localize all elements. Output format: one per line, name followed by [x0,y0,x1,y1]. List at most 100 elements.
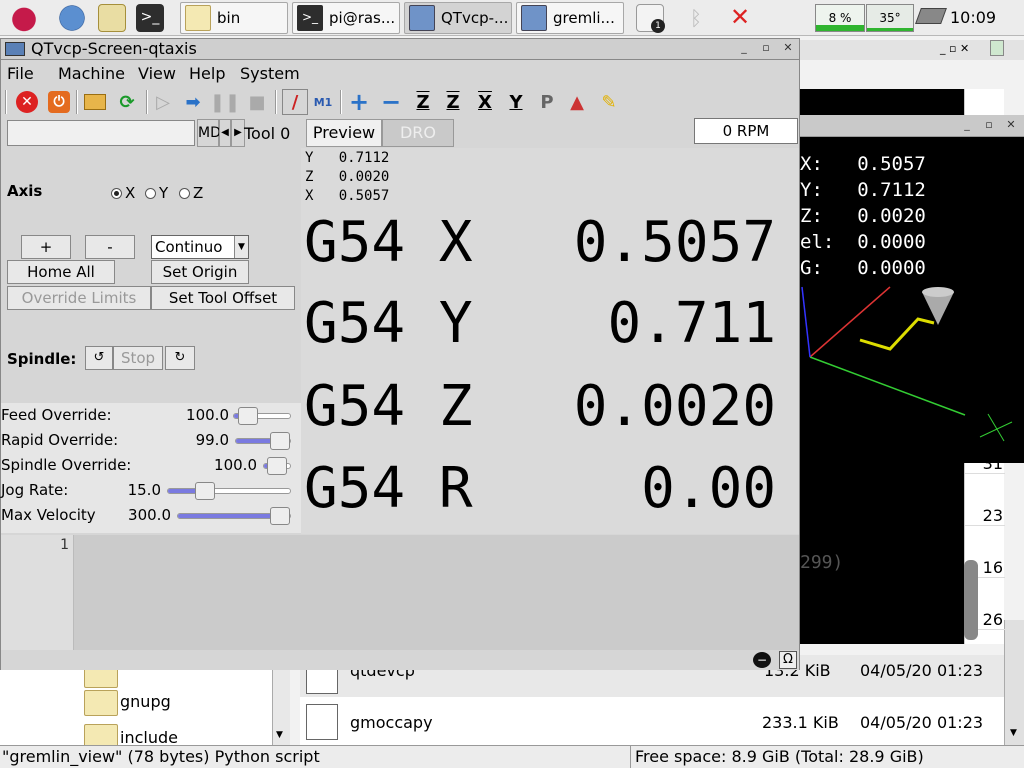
network-disconnected-icon[interactable]: ✕ [730,3,750,31]
updates-icon[interactable]: 1 [636,4,665,33]
document-icon [306,704,338,740]
terminal-icon[interactable]: >_ [136,4,164,32]
file-manager-statusbar: "gremlin_view" (78 bytes) Python script … [0,745,1024,768]
window-icon [409,5,435,31]
spindle-override-slider[interactable] [263,457,291,475]
clear-plot-icon[interactable]: ✎ [596,89,622,115]
close-icon[interactable]: ✕ [779,40,797,58]
slider-row: Rapid Override: 99.0 [1,428,301,453]
dro-r: G54 R 0.00 [304,456,777,521]
status-file-info: "gremlin_view" (78 bytes) Python script [2,747,320,766]
home-all-button[interactable]: Home All [7,260,115,284]
task-bin[interactable]: bin [180,2,288,34]
set-tool-offset-button[interactable]: Set Tool Offset [151,286,295,310]
stop-icon[interactable]: ■ [244,89,270,115]
qtvcp-titlebar[interactable]: QTvcp-Screen-qtaxis _ ▫ ✕ [0,38,800,60]
spindle-stop-button[interactable]: Stop [113,346,163,370]
jog-mode-select[interactable]: Continuo ▼ [151,235,249,259]
view-y-icon[interactable]: Y [503,89,529,115]
task-gremlin[interactable]: gremli... [516,2,624,34]
view-z-icon[interactable]: Z [410,89,436,115]
minimize-icon[interactable]: _ [958,117,976,135]
step-icon[interactable]: ➡ [180,89,206,115]
menu-view[interactable]: View [138,64,176,83]
view-z2-icon[interactable]: Z [440,89,466,115]
open-file-icon[interactable] [82,89,108,115]
mdi-input[interactable] [7,120,195,146]
gremlin-canvas[interactable]: X: 0.5057 Y: 0.7112 Z: 0.0020 el: 0.0000… [800,137,1024,463]
omega-icon[interactable]: Ω [779,651,797,669]
raspberry-menu-icon[interactable] [10,4,38,32]
bluetooth-icon[interactable]: ᛒ [690,6,702,30]
reload-icon[interactable]: ⟳ [114,89,140,115]
menubar: File Machine View Help System [0,61,800,85]
max-velocity-slider[interactable] [177,507,291,525]
folder-list-scrollbar[interactable]: ▼ [272,670,290,745]
minimize-icon[interactable]: _ [735,40,753,58]
optional-skip-icon[interactable]: / [282,89,308,115]
view-tool-icon[interactable]: ▲ [564,89,590,115]
power-icon[interactable]: ⏻ [46,89,72,115]
tab-scroll-left[interactable]: ◀ [219,119,231,147]
slider-value: 100.0 [186,406,229,424]
view-p-icon[interactable]: P [534,89,560,115]
folder-item[interactable]: gnupg [120,692,171,711]
gremlin-titlebar[interactable]: _ ▫ ✕ [800,115,1024,137]
override-limits-button[interactable]: Override Limits [7,286,151,310]
axis-label: Axis [7,182,43,200]
radio-axis-z[interactable]: Z [179,184,203,202]
zoom-in-icon[interactable]: + [346,88,372,116]
slider-label: Spindle Override: [1,456,132,474]
minus-icon[interactable]: − [753,652,771,668]
file-size: 233.1 KiB [762,713,839,732]
radio-axis-x[interactable]: X [111,184,135,202]
window-title: QTvcp-Screen-qtaxis [31,39,197,58]
estop-icon[interactable]: ✕ [14,89,40,115]
status-free-space: Free space: 8.9 GiB (Total: 28.9 GiB) [630,746,924,768]
menu-file[interactable]: File [7,64,34,83]
window-controls-icon[interactable]: _ ▫ ✕ [940,42,969,55]
pause-icon[interactable]: ❚❚ [210,89,240,115]
tab-preview[interactable]: Preview [306,119,382,147]
terminal-icon: >_ [297,5,323,31]
slider-row: Spindle Override: 100.0 [1,453,301,478]
jog-plus-button[interactable]: + [21,235,71,259]
task-terminal[interactable]: >_ pi@ras... [292,2,400,34]
gcode-editor[interactable]: 1 [1,535,799,650]
slider-label: Rapid Override: [1,431,119,449]
feed-override-slider[interactable] [233,407,291,425]
zoom-out-icon[interactable]: − [378,88,404,116]
slider-label: Jog Rate: [1,481,69,499]
view-x-icon[interactable]: X [472,89,498,115]
task-qtvcp[interactable]: QTvcp-... [404,2,512,34]
drive-eject-icon[interactable] [915,8,947,24]
file-manager-icon[interactable] [98,4,126,32]
close-icon[interactable]: ✕ [1002,117,1020,135]
rapid-override-slider[interactable] [235,432,291,450]
tab-scroll-right[interactable]: ▶ [231,119,245,147]
restore-icon[interactable] [990,40,1004,56]
toolbar: ✕ ⏻ ⟳ ▷ ➡ ❚❚ ■ / M1 + − Z Z X Y P ▲ ✎ [0,86,800,118]
radio-axis-y[interactable]: Y [145,184,168,202]
maximize-icon[interactable]: ▫ [757,40,775,58]
jog-minus-button[interactable]: - [85,235,135,259]
menu-machine[interactable]: Machine [58,64,125,83]
spindle-reverse-icon[interactable]: ↺ [85,346,113,370]
maximize-icon[interactable]: ▫ [980,117,998,135]
menu-help[interactable]: Help [189,64,225,83]
jog-rate-slider[interactable] [167,482,291,500]
optional-stop-icon[interactable]: M1 [310,89,336,115]
terminal-scroll-thumb[interactable] [964,560,978,640]
spindle-forward-icon[interactable]: ↻ [165,346,195,370]
tab-mdi[interactable]: MD [197,119,221,147]
slider-row: Feed Override: 100.0 [1,403,301,428]
run-icon[interactable]: ▷ [150,89,176,115]
set-origin-button[interactable]: Set Origin [151,260,249,284]
file-date: 04/05/20 01:23 [860,713,984,732]
dro-small-row: Y 0.7112 [305,150,390,166]
tab-dro[interactable]: DRO [382,119,454,147]
menu-system[interactable]: System [240,64,300,83]
file-row[interactable]: gmoccapy 233.1 KiB 04/05/20 01:23 [300,701,1004,743]
file-list-scrollbar[interactable]: ▼ [1004,620,1024,745]
browser-icon[interactable] [58,4,86,32]
